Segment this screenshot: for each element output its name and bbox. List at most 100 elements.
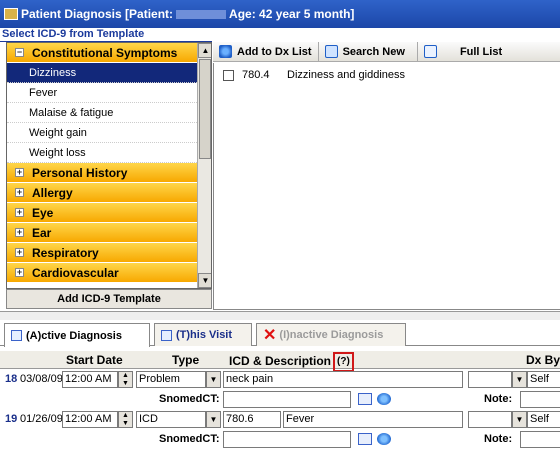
tab-inactive-diagnosis[interactable]: ✕ (I)nactive Diagnosis: [256, 323, 406, 346]
dx-result-description: Dizziness and giddiness: [287, 69, 406, 81]
category-label: Eye: [32, 205, 54, 220]
type-select[interactable]: ICD: [136, 411, 206, 428]
template-item-malaise[interactable]: Malaise & fatigue: [7, 103, 197, 123]
note-label: Note:: [484, 433, 513, 445]
expand-icon[interactable]: +: [15, 268, 24, 277]
row-date: 03/08/09: [20, 373, 63, 385]
time-field[interactable]: 12:00 AM: [62, 371, 118, 388]
tab-label: (A)ctive Diagnosis: [26, 329, 122, 342]
note-field[interactable]: [520, 391, 560, 408]
snomed-field[interactable]: [223, 391, 351, 408]
time-field[interactable]: 12:00 AM: [62, 411, 118, 428]
list-icon: [423, 45, 437, 58]
category-ear[interactable]: + Ear: [7, 223, 197, 243]
template-section-label: Select ICD-9 from Template: [0, 28, 212, 42]
dx-by-select[interactable]: Self: [527, 371, 560, 388]
app-icon: [4, 8, 18, 20]
row-number: 19: [5, 413, 18, 425]
category-cardiovascular[interactable]: + Cardiovascular: [7, 263, 197, 283]
add-to-dx-list-label: Add to Dx List: [237, 45, 312, 58]
dx-status-select[interactable]: [468, 411, 512, 428]
snomed-lookup-icon[interactable]: [358, 393, 372, 405]
snomed-label: SnomedCT:: [159, 433, 220, 445]
chevron-down-icon[interactable]: ▼: [512, 371, 527, 388]
category-respiratory[interactable]: + Respiratory: [7, 243, 197, 263]
dx-status-select[interactable]: [468, 371, 512, 388]
category-label: Constitutional Symptoms: [32, 45, 178, 60]
web-search-icon[interactable]: [377, 393, 391, 405]
category-label: Ear: [32, 225, 52, 240]
col-start-date: Start Date: [66, 353, 123, 367]
category-constitutional-symptoms[interactable]: − Constitutional Symptoms: [7, 43, 197, 63]
description-field[interactable]: Fever: [283, 411, 463, 428]
template-scrollbar[interactable]: ▲ ▼: [197, 43, 211, 288]
panel-splitter[interactable]: [0, 311, 560, 320]
snomed-row: SnomedCT: Note:: [0, 430, 560, 449]
collapse-icon[interactable]: −: [15, 48, 24, 57]
diagnosis-tabs: (A)ctive Diagnosis (T)his Visit ✕ (I)nac…: [0, 320, 560, 347]
snomed-lookup-icon[interactable]: [358, 433, 372, 445]
scroll-down-icon[interactable]: ▼: [198, 273, 211, 288]
search-new-button[interactable]: Search New: [319, 41, 418, 62]
tab-this-visit[interactable]: (T)his Visit: [154, 323, 252, 346]
type-select[interactable]: Problem: [136, 371, 206, 388]
row-date: 01/26/09: [20, 413, 63, 425]
add-to-dx-list-button[interactable]: Add to Dx List: [213, 41, 319, 62]
add-icon: [219, 45, 232, 58]
row-number: 18: [5, 373, 18, 385]
category-allergy[interactable]: + Allergy: [7, 183, 197, 203]
note-field[interactable]: [520, 431, 560, 448]
dx-results-list: 780.4 Dizziness and giddiness: [213, 63, 560, 310]
window-title-prefix: Patient Diagnosis [Patient:: [21, 7, 174, 21]
category-label: Respiratory: [32, 245, 99, 260]
time-spinner[interactable]: ▲ ▼: [118, 411, 133, 428]
dx-result-row[interactable]: 780.4 Dizziness and giddiness: [214, 67, 560, 83]
category-eye[interactable]: + Eye: [7, 203, 197, 223]
category-personal-history[interactable]: + Personal History: [7, 163, 197, 183]
description-field[interactable]: neck pain: [223, 371, 463, 388]
col-type: Type: [172, 353, 200, 367]
chevron-down-icon[interactable]: ▼: [206, 371, 221, 388]
scroll-up-icon[interactable]: ▲: [198, 43, 211, 58]
add-icd9-template-button[interactable]: Add ICD-9 Template: [6, 289, 212, 309]
template-item-dizziness[interactable]: Dizziness: [7, 63, 197, 83]
chevron-down-icon[interactable]: ▼: [512, 411, 527, 428]
tab-active-diagnosis[interactable]: (A)ctive Diagnosis: [4, 323, 150, 347]
dx-result-code: 780.4: [242, 69, 270, 81]
edit-icon: [161, 329, 172, 341]
dx-toolbar: Add to Dx List Search New Full List: [213, 41, 560, 62]
table-row: 18 03/08/09 12:00 AM ▲ ▼ Problem ▼ neck p…: [0, 370, 560, 390]
icd-code-field[interactable]: 780.6: [223, 411, 281, 428]
expand-icon[interactable]: +: [15, 208, 24, 217]
full-list-button[interactable]: Full List: [418, 42, 532, 62]
template-item-weight-loss[interactable]: Weight loss: [7, 143, 197, 163]
window-title-bar: Patient Diagnosis [Patient: Age: 42 year…: [0, 0, 560, 28]
list-icon: [11, 330, 22, 341]
expand-icon[interactable]: +: [15, 228, 24, 237]
dx-by-select[interactable]: Self: [527, 411, 560, 428]
tab-label: (I)nactive Diagnosis: [279, 329, 384, 341]
dx-result-checkbox[interactable]: [223, 69, 234, 81]
col-dx-by: Dx By: [526, 353, 560, 367]
template-item-weight-gain[interactable]: Weight gain: [7, 123, 197, 143]
expand-icon[interactable]: +: [15, 168, 24, 177]
col-icd-label: ICD & Description: [229, 354, 332, 368]
help-button[interactable]: (?): [333, 352, 354, 372]
web-search-icon[interactable]: [377, 433, 391, 445]
snomed-label: SnomedCT:: [159, 393, 220, 405]
expand-icon[interactable]: +: [15, 248, 24, 257]
full-list-label: Full List: [459, 45, 503, 58]
template-item-fever[interactable]: Fever: [7, 83, 197, 103]
category-label: Allergy: [32, 185, 73, 200]
chevron-down-icon[interactable]: ▼: [206, 411, 221, 428]
category-label: Cardiovascular: [32, 265, 119, 280]
template-list: − Constitutional Symptoms Dizziness Feve…: [7, 43, 197, 288]
window-title-suffix: Age: 42 year 5 month]: [229, 7, 355, 21]
close-icon: ✕: [263, 327, 277, 344]
snomed-row: SnomedCT: Note:: [0, 390, 560, 410]
time-spinner[interactable]: ▲ ▼: [118, 371, 133, 388]
patient-name-redacted: [176, 9, 227, 19]
expand-icon[interactable]: +: [15, 188, 24, 197]
scroll-thumb[interactable]: [199, 59, 211, 159]
snomed-field[interactable]: [223, 431, 351, 448]
